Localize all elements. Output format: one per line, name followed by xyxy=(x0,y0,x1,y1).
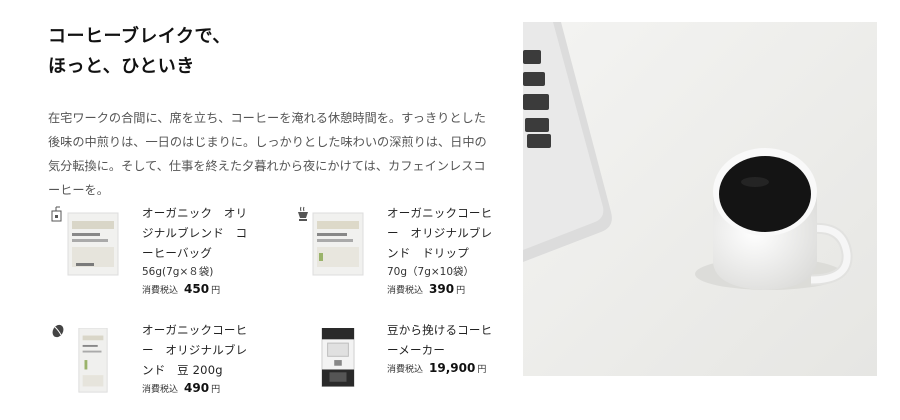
price-yen: 円 xyxy=(477,365,487,375)
feature-text: コーヒーブレイクで、 ほっと、ひといき 在宅ワークの合間に、席を立ち、コーヒーを… xyxy=(48,22,498,214)
tax-label: 消費税込 xyxy=(142,286,179,296)
product-image-beans xyxy=(78,328,108,393)
price-yen: 円 xyxy=(456,286,466,296)
product-image-coffee-bag xyxy=(67,212,119,276)
product-name[interactable]: オーガニックコーヒー オリジナルブレンド ドリップ xyxy=(387,203,497,263)
price-value: 490 xyxy=(184,381,210,395)
tax-label: 消費税込 xyxy=(387,286,424,296)
heading-line-1: コーヒーブレイクで、 xyxy=(48,26,231,47)
product-image-drip xyxy=(312,212,364,276)
product-list: オーガニック オリジナルブレンド コーヒーバッグ 56g(7g×８袋) 消費税込… xyxy=(48,203,498,403)
product-info: オーガニック オリジナルブレンド コーヒーバッグ 56g(7g×８袋) 消費税込… xyxy=(142,203,252,299)
product-card-coffee-maker[interactable]: 豆から挽けるコーヒーメーカー 消費税込 19,900 円 xyxy=(293,320,523,420)
heading-line-2: ほっと、ひといき xyxy=(48,56,195,77)
price-row: 消費税込 390 円 xyxy=(387,281,497,299)
price-value: 390 xyxy=(429,282,455,296)
intro-paragraph: 在宅ワークの合間に、席を立ち、コーヒーを淹れる休憩時間を。すっきりとした後味の中… xyxy=(48,111,487,197)
price-value: 450 xyxy=(184,282,210,296)
product-info: オーガニックコーヒー オリジナルブレンド 豆 200g 消費税込 490 円 xyxy=(142,320,252,398)
coffee-laptop-photo xyxy=(523,22,877,376)
product-info: オーガニックコーヒー オリジナルブレンド ドリップ 70g（7g×10袋） 消費… xyxy=(387,203,497,299)
price-row: 消費税込 19,900 円 xyxy=(387,360,497,378)
price-yen: 円 xyxy=(211,385,221,395)
product-name[interactable]: 豆から挽けるコーヒーメーカー xyxy=(387,320,497,360)
product-name[interactable]: オーガニック オリジナルブレンド コーヒーバッグ xyxy=(142,203,252,263)
tax-label: 消費税込 xyxy=(142,385,179,395)
product-spec: 56g(7g×８袋) xyxy=(142,266,214,278)
photo-illustration xyxy=(523,22,877,376)
price-row: 消費税込 450 円 xyxy=(142,281,252,299)
price-row: 消費税込 490 円 xyxy=(142,380,252,398)
price-yen: 円 xyxy=(211,286,221,296)
product-card-beans[interactable]: オーガニックコーヒー オリジナルブレンド 豆 200g 消費税込 490 円 xyxy=(48,320,278,420)
product-image-coffee-maker xyxy=(321,328,355,387)
tax-label: 消費税込 xyxy=(387,365,424,375)
product-name[interactable]: オーガニックコーヒー オリジナルブレンド 豆 200g xyxy=(142,320,252,380)
feature-heading: コーヒーブレイクで、 ほっと、ひといき xyxy=(48,22,498,82)
product-card-coffee-bag[interactable]: オーガニック オリジナルブレンド コーヒーバッグ 56g(7g×８袋) 消費税込… xyxy=(48,203,278,303)
price-value: 19,900 xyxy=(429,361,476,375)
product-info: 豆から挽けるコーヒーメーカー 消費税込 19,900 円 xyxy=(387,320,497,378)
product-spec: 70g（7g×10袋） xyxy=(387,266,475,278)
product-card-drip[interactable]: オーガニックコーヒー オリジナルブレンド ドリップ 70g（7g×10袋） 消費… xyxy=(293,203,523,303)
